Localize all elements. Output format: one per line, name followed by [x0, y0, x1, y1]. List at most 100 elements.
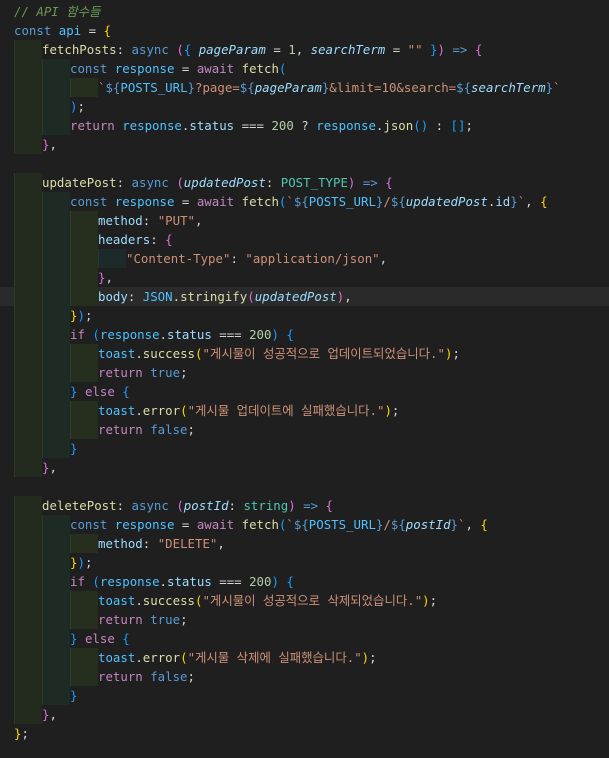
code-token: POST_TYPE: [280, 175, 348, 190]
code-token: ): [77, 308, 85, 323]
code-line[interactable]: toast.error("게시물 삭제에 실패했습니다.");: [0, 648, 609, 667]
code-line[interactable]: deletePost: async (postId: string) => {: [0, 496, 609, 515]
code-line[interactable]: }: [0, 686, 609, 705]
indent-guide: [42, 401, 70, 420]
code-token: :: [142, 536, 158, 551]
code-line[interactable]: if (response.status === 200) {: [0, 325, 609, 344]
code-line[interactable]: });: [0, 306, 609, 325]
indent-guide: [70, 667, 98, 686]
code-token: 200: [249, 327, 272, 342]
code-text: });: [70, 306, 92, 325]
code-line[interactable]: updatePost: async (updatedPost: POST_TYP…: [0, 173, 609, 192]
code-line[interactable]: toast.error("게시물 업데이트에 실패했습니다.");: [0, 401, 609, 420]
code-token: :: [230, 251, 246, 266]
indent-guide: [42, 249, 70, 268]
indent-guide: [42, 591, 70, 610]
code-line[interactable]: if (response.status === 200) {: [0, 572, 609, 591]
code-line[interactable]: },: [0, 135, 609, 154]
code-line[interactable]: );: [0, 97, 609, 116]
code-token: pageParam: [254, 80, 322, 95]
code-line[interactable]: toast.success("게시물이 성공적으로 업데이트되었습니다.");: [0, 344, 609, 363]
code-token: ,: [379, 251, 388, 266]
code-line[interactable]: const response = await fetch(`${POSTS_UR…: [0, 515, 609, 534]
code-line[interactable]: method: "DELETE",: [0, 534, 609, 553]
code-token: ,: [195, 213, 203, 228]
code-text: body: JSON.stringify(updatedPost),: [98, 287, 352, 306]
indent-guide: [42, 534, 70, 553]
code-line[interactable]: },: [0, 458, 609, 477]
code-line[interactable]: return true;: [0, 363, 609, 382]
indent-guide: [70, 534, 98, 553]
code-line[interactable]: }: [0, 439, 609, 458]
code-token: response: [99, 327, 160, 342]
code-token: fetch: [241, 194, 279, 209]
code-line[interactable]: return true;: [0, 610, 609, 629]
code-line[interactable]: `${POSTS_URL}?page=${pageParam}&limit=10…: [0, 78, 609, 97]
indent-guide: [42, 420, 70, 439]
code-line[interactable]: const response = await fetch(: [0, 59, 609, 78]
code-line[interactable]: },: [0, 705, 609, 724]
code-token: response: [114, 61, 175, 76]
code-token: "": [407, 42, 423, 57]
code-line[interactable]: toast.success("게시물이 성공적으로 삭제되었습니다.");: [0, 591, 609, 610]
code-token: ${: [293, 517, 309, 532]
indent-guide: [42, 78, 70, 97]
code-line[interactable]: return response.status === 200 ? respons…: [0, 116, 609, 135]
code-line[interactable]: } else {: [0, 382, 609, 401]
code-line[interactable]: headers: {: [0, 230, 609, 249]
code-token: /: [383, 194, 391, 209]
code-token: 200: [271, 118, 294, 133]
code-line[interactable]: [0, 154, 609, 173]
code-line[interactable]: "Content-Type": "application/json",: [0, 249, 609, 268]
code-token: .: [135, 650, 143, 665]
indent-guide: [14, 325, 42, 344]
indent-guide: [42, 648, 70, 667]
code-token: return: [98, 669, 151, 684]
indent-guide: [14, 534, 42, 553]
code-token: ,: [295, 42, 311, 57]
code-token: ===: [211, 574, 250, 589]
code-token: ,: [525, 194, 541, 209]
code-token: &limit=10&search=: [329, 80, 457, 95]
code-token: .: [159, 574, 168, 589]
code-token: // API 함수들: [14, 4, 101, 19]
code-token: return: [98, 422, 151, 437]
code-line[interactable]: fetchPosts: async ({ pageParam = 1, sear…: [0, 40, 609, 59]
code-token: success: [142, 593, 195, 608]
code-line[interactable]: return false;: [0, 420, 609, 439]
code-line[interactable]: [0, 477, 609, 496]
code-token: =: [265, 42, 289, 57]
code-editor[interactable]: // API 함수들 const api = {fetchPosts: async…: [0, 0, 609, 758]
indent-guide: [42, 363, 70, 382]
code-token: POSTS_URL: [120, 80, 188, 95]
code-text: if (response.status === 200) {: [70, 325, 294, 344]
code-line[interactable]: // API 함수들: [0, 2, 609, 21]
code-token: =: [81, 23, 104, 38]
code-token: ;: [187, 422, 195, 437]
code-line[interactable]: body: JSON.stringify(updatedPost),: [0, 287, 609, 306]
indent-guide: [14, 667, 42, 686]
code-token: (: [176, 42, 184, 57]
code-line[interactable]: method: "PUT",: [0, 211, 609, 230]
code-token: return: [98, 612, 151, 627]
indent-guide: [14, 40, 42, 59]
code-token: ): [384, 403, 392, 418]
code-line[interactable]: });: [0, 553, 609, 572]
indent-guide: [14, 515, 42, 534]
code-text: method: "PUT",: [98, 211, 202, 230]
code-text: );: [70, 97, 85, 116]
code-token: =>: [355, 175, 386, 190]
code-token: JSON: [142, 289, 173, 304]
code-line[interactable]: };: [0, 724, 609, 743]
code-line[interactable]: const response = await fetch(`${POSTS_UR…: [0, 192, 609, 211]
code-token: const: [70, 194, 115, 209]
indent-guide: [42, 325, 70, 344]
code-line[interactable]: return false;: [0, 667, 609, 686]
code-line[interactable]: } else {: [0, 629, 609, 648]
code-token: status: [189, 118, 235, 133]
code-token: 1: [288, 42, 296, 57]
code-line[interactable]: const api = {: [0, 21, 609, 40]
code-line[interactable]: },: [0, 268, 609, 287]
code-token: =: [174, 61, 197, 76]
